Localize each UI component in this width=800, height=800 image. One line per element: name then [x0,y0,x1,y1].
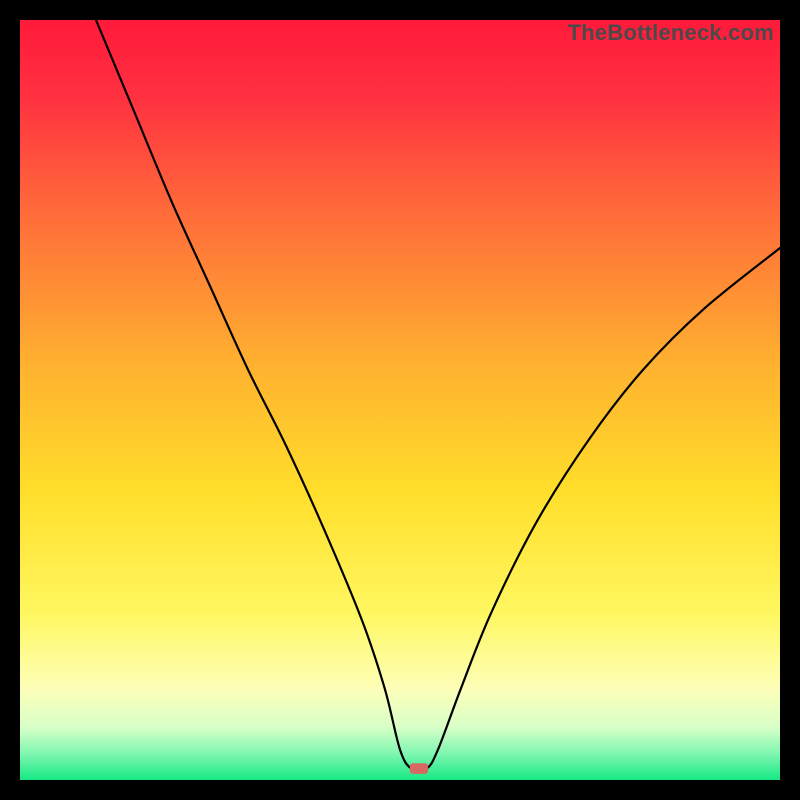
watermark-text: TheBottleneck.com [568,20,774,46]
optimal-point-marker [410,763,428,774]
heat-gradient-background [20,20,780,780]
chart-frame: TheBottleneck.com [0,0,800,800]
chart-svg [20,20,780,780]
plot-area: TheBottleneck.com [20,20,780,780]
